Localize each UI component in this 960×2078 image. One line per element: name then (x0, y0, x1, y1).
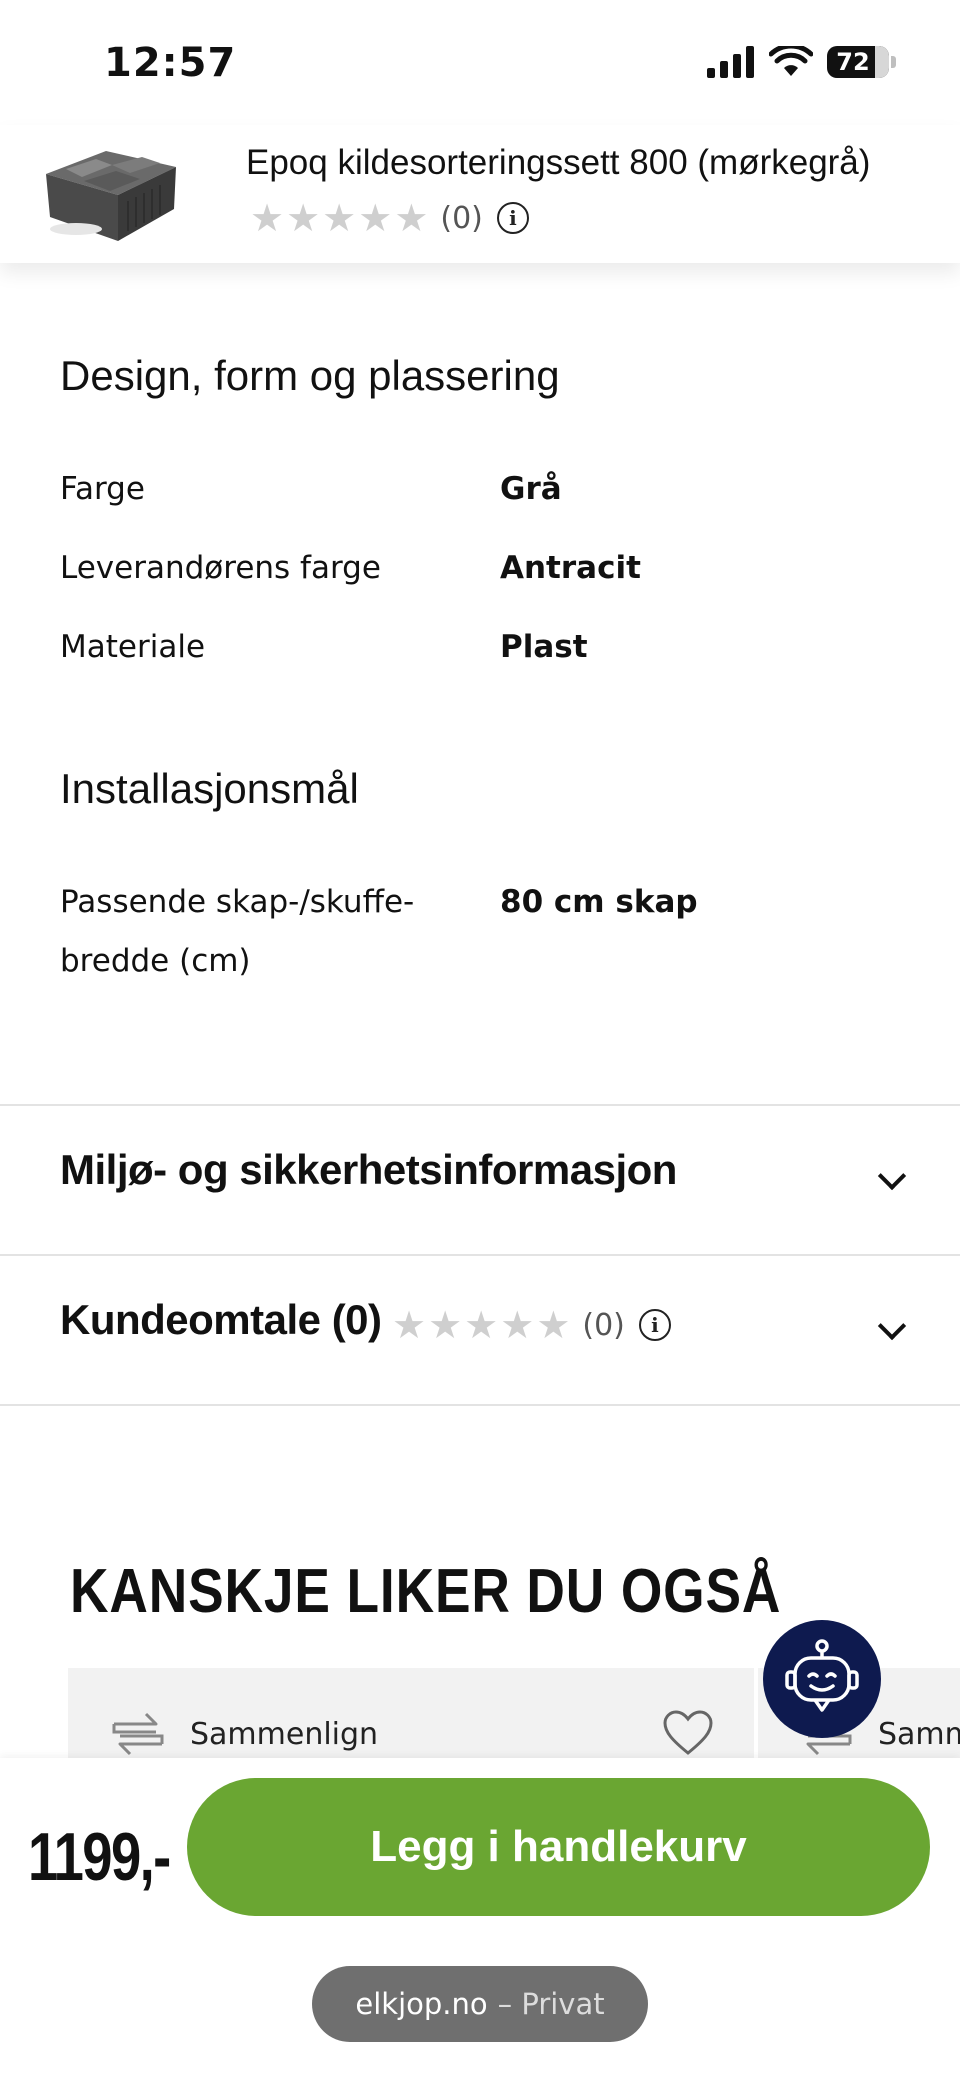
chevron-down-icon (877, 1161, 907, 1191)
product-header: Epoq kildesorteringssett 800 (mørkegrå) … (0, 125, 960, 263)
info-icon[interactable]: i (638, 1309, 671, 1341)
compare-label: Sammenlign (190, 1716, 379, 1752)
reviews-rating: ★ ★ ★ ★ ★ (0) i (392, 1306, 671, 1344)
product-rating[interactable]: ★ ★ ★ ★ ★ (0) i (250, 199, 529, 237)
url-mode: – Privat (497, 1987, 605, 2021)
star-icon: ★ (250, 196, 285, 240)
product-thumbnail (46, 151, 176, 241)
star-icon: ★ (464, 1303, 499, 1347)
url-domain: elkjop.no (355, 1987, 488, 2021)
product-title[interactable]: Epoq kildesorteringssett 800 (mørkegrå) (246, 143, 870, 183)
info-icon[interactable]: i (496, 202, 529, 234)
spec-value-leverandorens-farge: Antracit (500, 550, 641, 586)
star-icon: ★ (500, 1303, 535, 1347)
spec-value-skap-bredde: 80 cm skap (500, 884, 698, 920)
status-icons: 72 (707, 46, 896, 78)
add-to-cart-button[interactable]: Legg i handlekurv (187, 1778, 930, 1916)
rating-count: (0) (440, 200, 483, 236)
star-icon: ★ (394, 196, 429, 240)
battery-icon: 72 (827, 46, 889, 78)
status-time: 12:57 (104, 40, 237, 86)
spec-label-skap-bredde-line2: bredde (cm) (60, 943, 251, 979)
star-icon: ★ (536, 1303, 571, 1347)
spec-label-farge: Farge (60, 471, 145, 507)
star-icon: ★ (428, 1303, 463, 1347)
star-icon: ★ (286, 196, 321, 240)
compare-toggle[interactable]: Sammenlign (110, 1708, 378, 1760)
bottom-bar: 1199,- Legg i handlekurv elkjop.no – Pri… (0, 1758, 960, 2078)
chatbot-button[interactable] (763, 1620, 881, 1738)
spec-value-materiale: Plast (500, 629, 588, 665)
star-icon: ★ (392, 1303, 427, 1347)
wifi-icon (769, 46, 813, 76)
status-bar: 12:57 72 (0, 0, 960, 125)
compare-icon (112, 1712, 164, 1756)
battery-tip (891, 56, 896, 68)
spec-label-leverandorens-farge: Leverandørens farge (60, 550, 381, 586)
battery-level: 72 (836, 48, 870, 76)
star-icon: ★ (358, 196, 393, 240)
heart-icon[interactable] (662, 1710, 714, 1756)
page: 12:57 72 Epoq kildesorteringssett 800 (m… (0, 0, 960, 2078)
browser-url-pill[interactable]: elkjop.no – Privat (312, 1966, 648, 2042)
price: 1199,- (28, 1819, 171, 1895)
spec-value-farge: Grå (500, 471, 562, 507)
divider (0, 1404, 960, 1406)
accordion-environment-title: Miljø- og sikkerhetsinformasjon (60, 1146, 677, 1193)
spec-section-title-installasjon: Installasjonsmål (60, 765, 359, 812)
spec-section-title-design: Design, form og plassering (60, 352, 560, 399)
chevron-down-icon (877, 1311, 907, 1341)
recommendations-title: KANSKJE LIKER DU OGSÅ (70, 1557, 782, 1626)
chatbot-icon (785, 1639, 859, 1712)
star-icon: ★ (322, 196, 357, 240)
spec-label-skap-bredde-line1: Passende skap-/skuffe- (60, 884, 415, 920)
reviews-rating-count: (0) (582, 1307, 625, 1343)
spec-label-materiale: Materiale (60, 629, 206, 665)
accordion-reviews-title: Kundeomtale (0) (60, 1296, 382, 1343)
signal-icon (707, 46, 754, 78)
accordion-environment[interactable]: Miljø- og sikkerhetsinformasjon (0, 1106, 960, 1254)
accordion-reviews[interactable]: Kundeomtale (0) ★ ★ ★ ★ ★ (0) i (0, 1256, 960, 1404)
compare-label: Samm (878, 1716, 960, 1752)
